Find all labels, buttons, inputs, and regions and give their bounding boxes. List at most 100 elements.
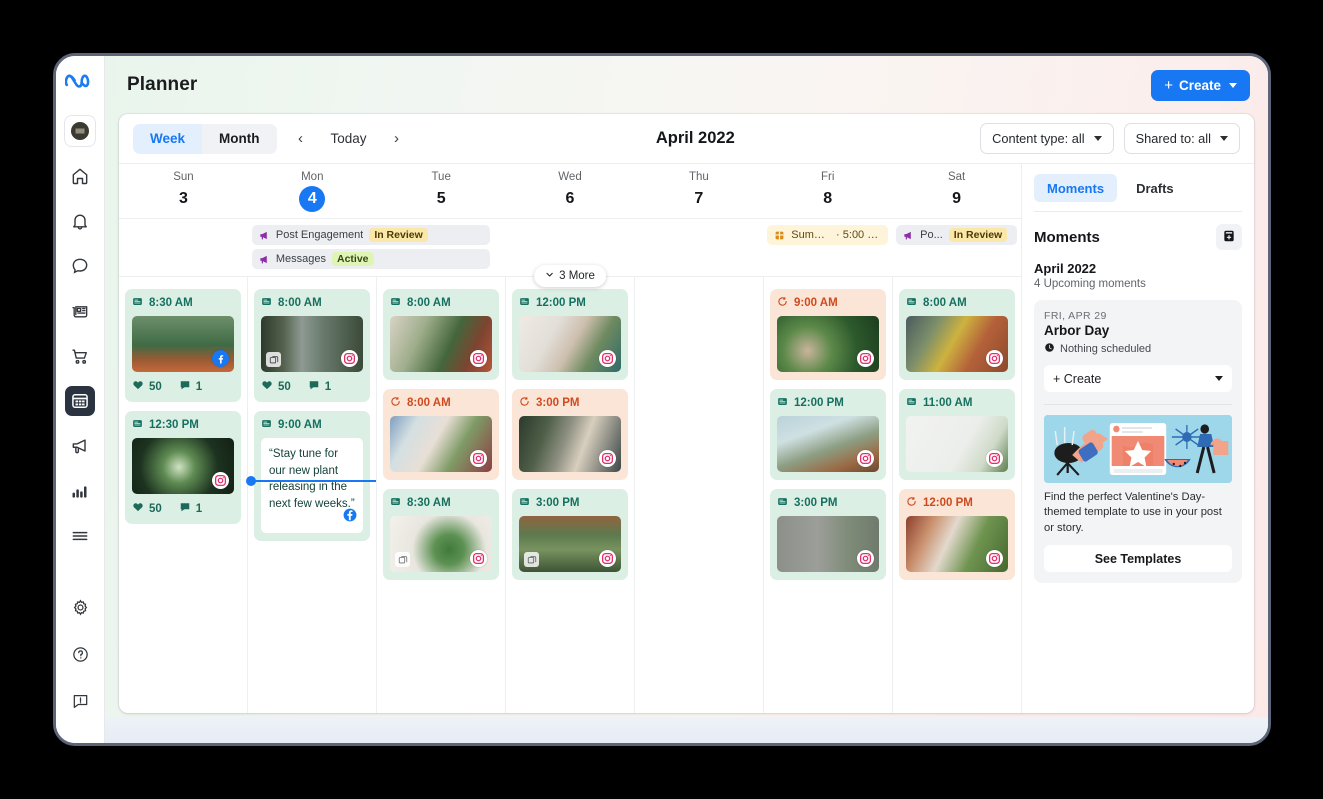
tab-moments[interactable]: Moments (1034, 174, 1118, 202)
day-header-today[interactable]: Mon 4 (248, 171, 377, 212)
campaign-chip-post-engagement[interactable]: Post Engagement In Review (251, 225, 490, 245)
sidebar-item-settings[interactable] (65, 592, 95, 622)
day-column-wed[interactable]: 12:00 PM 3:00 PM 3:00 PM (506, 277, 635, 713)
sidebar-item-ads[interactable] (65, 431, 95, 461)
campaign-chip-summer[interactable]: Summ... · 5:00 PM (767, 225, 889, 245)
see-templates-button[interactable]: See Templates (1044, 545, 1232, 573)
day-column-thu[interactable] (635, 277, 764, 713)
post-card[interactable]: 8:00 AM (383, 289, 499, 380)
tab-drafts[interactable]: Drafts (1123, 174, 1187, 202)
moment-create-button[interactable]: + Create (1044, 365, 1232, 392)
tab-month[interactable]: Month (202, 123, 277, 154)
instagram-badge-icon (857, 350, 874, 367)
shared-to-filter[interactable]: Shared to: all (1123, 123, 1240, 154)
shared-to-filter-label: Shared to: all (1135, 131, 1211, 146)
comment-count: 1 (195, 380, 203, 393)
sidebar-item-insights[interactable] (65, 476, 95, 506)
post-card[interactable]: 9:00 AM “Stay tune for our new plant rel… (254, 411, 370, 541)
moment-create-label: + Create (1053, 371, 1102, 386)
instagram-badge-icon (470, 350, 487, 367)
comment-icon (179, 379, 191, 394)
add-moment-button[interactable] (1216, 224, 1242, 250)
sidebar-item-notifications[interactable] (65, 206, 95, 236)
all-day-band: Post Engagement In Review Messages Activ… (119, 219, 1021, 287)
create-button[interactable]: + Create (1151, 69, 1250, 101)
sidebar-item-help[interactable] (65, 639, 95, 669)
sidebar-item-messages[interactable] (65, 251, 95, 281)
day-of-week: Fri (821, 171, 835, 183)
post-card[interactable]: 8:00 AM (254, 289, 370, 402)
instagram-badge-icon (986, 350, 1003, 367)
post-card[interactable]: 3:00 PM (770, 489, 886, 580)
post-card[interactable]: 9:00 AM (770, 289, 886, 380)
sidebar-item-news-feed[interactable] (65, 296, 95, 326)
content-type-filter[interactable]: Content type: all (980, 123, 1114, 154)
post-time-row: 8:00 AM (390, 296, 492, 310)
content-type-filter-label: Content type: all (992, 131, 1085, 146)
meta-logo-icon[interactable] (64, 70, 95, 100)
day-header[interactable]: Sun 3 (119, 171, 248, 212)
today-button[interactable]: Today (325, 131, 373, 146)
post-time: 9:00 AM (278, 419, 322, 431)
chevron-down-icon (1220, 136, 1228, 141)
moment-date: FRI, APR 29 (1044, 310, 1107, 322)
post-card[interactable]: 8:00 AM (383, 389, 499, 480)
post-card[interactable]: 12:00 PM (512, 289, 628, 380)
post-time-row: 8:30 AM (390, 496, 492, 510)
campaign-name: Summ... (791, 229, 831, 241)
next-week-button[interactable]: › (383, 125, 411, 153)
campaign-chip-messages[interactable]: Messages Active (251, 249, 490, 269)
day-header[interactable]: Sat 9 (892, 171, 1021, 212)
post-card[interactable]: 8:00 AM (899, 289, 1015, 380)
calendar-grid: 8:30 AM 50 1 12:30 PM 50 1 8:00 AM 50 1 … (119, 277, 1021, 713)
prev-week-button[interactable]: ‹ (287, 125, 315, 153)
news-icon (70, 301, 90, 321)
day-header[interactable]: Wed 6 (506, 171, 635, 212)
moment-card-arbor-day[interactable]: FRI, APR 29 Arbor Day Nothing scheduled … (1034, 300, 1242, 584)
sidebar-item-feedback[interactable] (65, 686, 95, 716)
create-button-label: Create (1178, 77, 1221, 93)
post-card[interactable]: 12:00 PM (899, 489, 1015, 580)
campaign-chip-post[interactable]: Po... In Review (896, 225, 1018, 245)
day-column-tue[interactable]: 8:00 AM 8:00 AM 8:30 AM (377, 277, 506, 713)
day-column-mon[interactable]: 8:00 AM 50 1 9:00 AM “Stay tune for our … (246, 277, 377, 713)
day-header[interactable]: Thu 7 (634, 171, 763, 212)
post-thumbnail (777, 516, 879, 572)
post-time-row: 8:30 AM (132, 296, 234, 310)
post-text: “Stay tune for our new plant releasing i… (269, 448, 355, 511)
post-card[interactable]: 8:30 AM (383, 489, 499, 580)
post-text-body: “Stay tune for our new plant releasing i… (261, 438, 363, 533)
home-icon (70, 166, 90, 186)
post-thumbnail (390, 416, 492, 472)
day-column-sat[interactable]: 8:00 AM 11:00 AM 12:00 PM (893, 277, 1021, 713)
tab-week[interactable]: Week (133, 123, 203, 154)
post-time-row: 8:00 AM (906, 296, 1008, 310)
sidebar-item-planner[interactable] (65, 386, 95, 416)
sidebar-item-commerce[interactable] (65, 341, 95, 371)
instagram-badge-icon (470, 550, 487, 567)
sidebar-item-more[interactable] (65, 521, 95, 551)
day-header[interactable]: Tue 5 (377, 171, 506, 212)
post-time: 8:00 AM (407, 397, 451, 409)
show-more-button[interactable]: 3 More (534, 265, 606, 287)
day-column-fri[interactable]: 9:00 AM 12:00 PM 3:00 PM (764, 277, 893, 713)
day-number: 5 (436, 190, 446, 207)
chat-bubble-icon (70, 256, 90, 276)
day-header[interactable]: Fri 8 (763, 171, 892, 212)
sidebar-item-avatar[interactable] (65, 116, 95, 146)
post-card[interactable]: 11:00 AM (899, 389, 1015, 480)
all-day-cell-mon: Post Engagement In Review Messages Activ… (248, 219, 490, 273)
day-of-week: Sat (947, 171, 966, 183)
post-stats: 50 1 (132, 379, 234, 394)
post-card[interactable]: 3:00 PM (512, 389, 628, 480)
heart-icon (132, 379, 144, 394)
day-column-sun[interactable]: 8:30 AM 50 1 12:30 PM 50 1 (119, 277, 248, 713)
published-icon (519, 496, 530, 510)
post-card[interactable]: 3:00 PM (512, 489, 628, 580)
post-card[interactable]: 12:00 PM (770, 389, 886, 480)
sidebar-item-home[interactable] (65, 161, 95, 191)
status-badge: Active (332, 252, 374, 266)
like-count: 50 (278, 380, 291, 393)
post-card[interactable]: 8:30 AM 50 1 (125, 289, 241, 402)
post-card[interactable]: 12:30 PM 50 1 (125, 411, 241, 524)
